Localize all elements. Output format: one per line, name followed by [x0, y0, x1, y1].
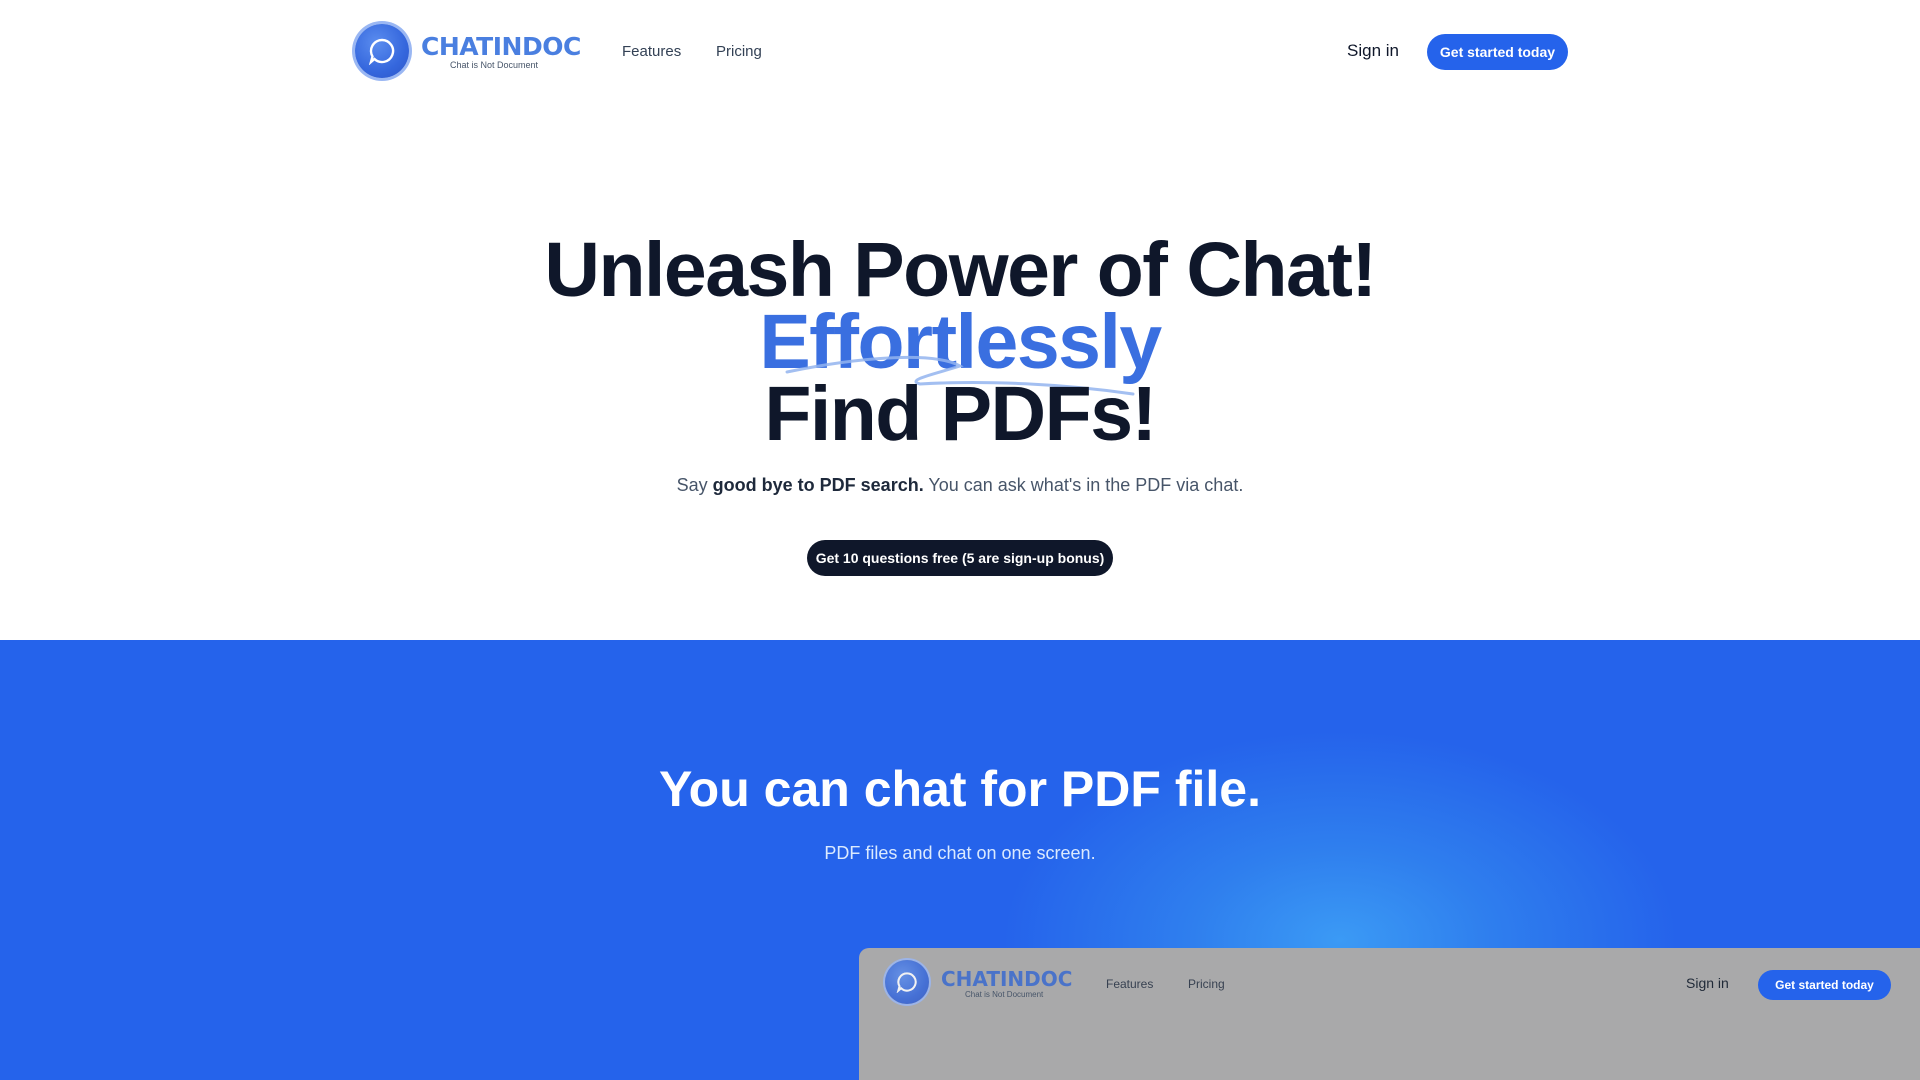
logo-wordmark: CHATINDOC — [421, 32, 581, 61]
preview-nav-features: Features — [1106, 977, 1154, 991]
chat-bubble-logo-icon — [355, 24, 409, 78]
hero-subtitle: Say good bye to PDF search. You can ask … — [0, 475, 1920, 496]
preview-logo-tagline: Chat is Not Document — [965, 990, 1044, 999]
feature-title: You can chat for PDF file. — [659, 761, 1261, 817]
sign-in-link[interactable]: Sign in — [1347, 41, 1399, 61]
preview-chat-bubble-logo-icon — [885, 960, 929, 1004]
preview-nav-pricing: Pricing — [1188, 977, 1225, 991]
preview-sign-in: Sign in — [1686, 975, 1729, 991]
feature-subtitle: PDF files and chat on one screen. — [824, 843, 1096, 863]
nav-pricing[interactable]: Pricing — [716, 43, 762, 60]
preview-logo: CHATINDOC Chat is Not Document — [885, 960, 1072, 1006]
logo-link[interactable]: CHATINDOC Chat is Not Document — [355, 24, 581, 80]
get-started-button[interactable]: Get started today — [1427, 34, 1568, 70]
app-preview-screenshot: CHATINDOC Chat is Not Document Features … — [859, 948, 1920, 1080]
logo-tagline: Chat is Not Document — [450, 60, 539, 70]
preview-logo-wordmark: CHATINDOC — [941, 967, 1073, 991]
free-questions-button[interactable]: Get 10 questions free (5 are sign-up bon… — [807, 540, 1113, 576]
preview-get-started-button: Get started today — [1758, 970, 1891, 1000]
site-header: CHATINDOC Chat is Not Document Features … — [0, 0, 1920, 104]
hero-subtitle-suffix: You can ask what's in the PDF via chat. — [923, 475, 1244, 495]
hero-subtitle-prefix: Say — [676, 475, 713, 495]
nav-features[interactable]: Features — [622, 43, 681, 60]
feature-section: You can chat for PDF file. PDF files and… — [0, 640, 1920, 1080]
hero-subtitle-bold: good bye to PDF search. — [712, 475, 924, 495]
hero-heading-line3: Find PDFs! — [764, 371, 1157, 457]
